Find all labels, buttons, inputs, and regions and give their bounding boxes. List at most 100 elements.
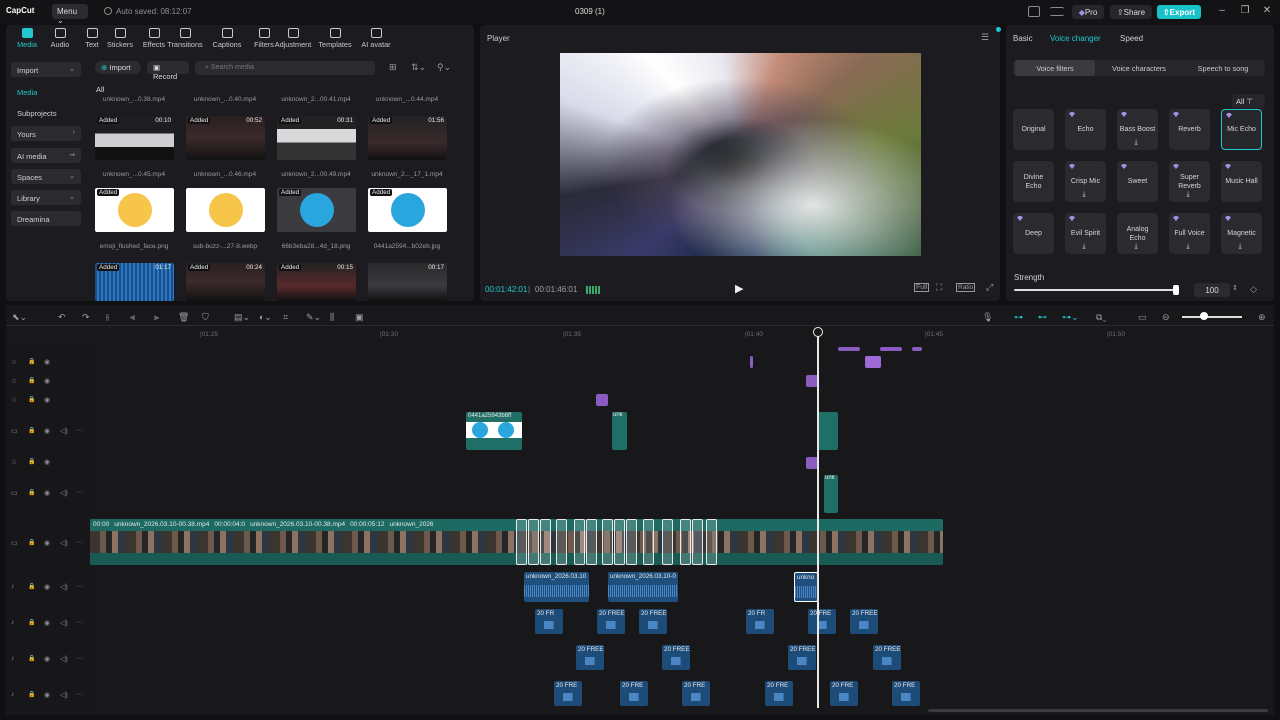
transition-marker[interactable] [662, 519, 673, 565]
transition-marker[interactable] [614, 519, 625, 565]
link-icon[interactable]: ⊶ [1014, 312, 1023, 323]
export-button[interactable]: ⇧Export [1157, 5, 1201, 19]
sfx-clip[interactable]: 20 FREE [850, 609, 878, 634]
record-button[interactable]: ▣ Record [147, 61, 189, 81]
voice-analog-echo[interactable]: Analog Echo ⤓ [1117, 213, 1158, 254]
transition-marker[interactable] [540, 519, 551, 565]
delete-icon[interactable]: 🗑 [178, 312, 189, 323]
voice-full-voice[interactable]: Full Voice ⤓ [1169, 213, 1210, 254]
split-right-icon[interactable]: ⫸ [154, 312, 159, 323]
eye-icon[interactable]: ◉ [44, 583, 50, 591]
full-button[interactable]: Full [914, 283, 930, 292]
sidebar-item-subprojects[interactable]: Subprojects [11, 105, 81, 120]
sfx-clip[interactable]: 20 FRE [620, 681, 648, 706]
more-icon[interactable]: ··· [76, 427, 83, 434]
sidebar-item-library[interactable]: Library ⌄ [11, 190, 81, 205]
tool-ai-avatar[interactable]: AI avatar [357, 28, 395, 49]
eye-icon[interactable]: ◉ [44, 396, 50, 404]
sfx-clip[interactable]: 20 FR [746, 609, 774, 634]
volume-icon[interactable]: ◁) [60, 427, 68, 435]
sfx-clip[interactable]: 20 FREE C [873, 645, 901, 670]
eye-icon[interactable]: ◉ [44, 655, 50, 663]
crop-icon[interactable]: ⛶ [936, 282, 942, 293]
voice-reverb[interactable]: Reverb [1169, 109, 1210, 150]
lock-icon[interactable]: 🔒 [28, 583, 35, 590]
overlay-clip[interactable]: 0441a25943b8ff [466, 412, 522, 450]
all-filter-button[interactable]: All ⊤ [1232, 94, 1265, 108]
sfx-clip[interactable]: 20 FREE [639, 609, 667, 634]
undo-icon[interactable]: ↶ [58, 312, 66, 323]
pro-button[interactable]: ◆Pro [1072, 5, 1104, 19]
redo-icon[interactable]: ↷ [82, 312, 90, 323]
volume-icon[interactable]: ◁) [60, 583, 68, 591]
effect-clip[interactable] [865, 356, 881, 368]
more-icon[interactable]: ··· [76, 539, 83, 546]
audio-clip[interactable]: unknown_2026.03.10-0 [608, 572, 678, 602]
menu-button[interactable]: Menu ⌄ [52, 4, 88, 25]
voice-original[interactable]: Original [1013, 109, 1054, 150]
eye-icon[interactable]: ◉ [44, 539, 50, 547]
effect-clip[interactable] [838, 347, 860, 351]
volume-icon[interactable]: ◁) [60, 691, 68, 699]
tab-voice-changer[interactable]: Voice changer [1050, 34, 1101, 43]
sidebar-item-ai-media[interactable]: AI media ⇝ [11, 148, 81, 163]
more-icon[interactable]: ··· [76, 619, 83, 626]
eye-icon[interactable]: ◉ [44, 691, 50, 699]
lock-icon[interactable]: 🔒 [28, 539, 35, 546]
sidebar-item-import[interactable]: Import ⌄ [11, 62, 81, 77]
subtab-voice-characters[interactable]: Voice characters [1099, 60, 1179, 76]
tool-stickers[interactable]: Stickers [101, 28, 139, 49]
overlay-clip[interactable] [818, 412, 838, 450]
list-icon[interactable] [1050, 7, 1064, 16]
voice-divine-echo[interactable]: Divine Echo [1013, 161, 1054, 202]
voice-echo[interactable]: Echo [1065, 109, 1106, 150]
filter-all-label[interactable]: All [96, 85, 104, 94]
sfx-clip[interactable]: 20 FRE [682, 681, 710, 706]
lock-icon[interactable]: 🔒 [28, 377, 35, 384]
media-thumbnail[interactable]: Added [95, 188, 174, 232]
more-icon[interactable]: ··· [76, 691, 83, 698]
eye-icon[interactable]: ◉ [44, 427, 50, 435]
tab-basic[interactable]: Basic [1013, 34, 1033, 43]
effect-clip[interactable] [596, 394, 608, 406]
transition-marker[interactable] [692, 519, 703, 565]
lock-icon[interactable]: 🔒 [28, 458, 35, 465]
effect-clip[interactable] [912, 347, 922, 351]
grid-view-icon[interactable]: ⊞ [389, 62, 397, 73]
caption-icon[interactable]: ▤⌄ [234, 312, 250, 323]
transition-marker[interactable] [643, 519, 654, 565]
media-thumbnail[interactable]: Added 00:10 [95, 116, 174, 160]
volume-icon[interactable]: ◁) [60, 489, 68, 497]
sfx-clip[interactable]: 20 FRE [765, 681, 793, 706]
tab-speed[interactable]: Speed [1120, 34, 1143, 43]
player-menu-icon[interactable]: ☰ [981, 32, 989, 43]
eye-icon[interactable]: ◉ [44, 377, 50, 385]
search-input[interactable]: ⌕ Search media [195, 61, 375, 75]
media-thumbnail[interactable]: Added 01:17 [95, 263, 174, 301]
magic-icon[interactable]: ✎⌄ [306, 312, 321, 323]
voice-magnetic[interactable]: Magnetic ⤓ [1221, 213, 1262, 254]
media-thumbnail[interactable]: 00:17 [368, 263, 447, 301]
overlay-clip[interactable]: unk [824, 475, 838, 513]
share-button[interactable]: ⇪Share [1110, 5, 1152, 19]
sfx-clip[interactable]: 20 FRE [554, 681, 582, 706]
transition-marker[interactable] [574, 519, 585, 565]
lock-icon[interactable]: 🔒 [28, 427, 35, 434]
tool-templates[interactable]: Templates [316, 28, 354, 49]
transition-marker[interactable] [516, 519, 527, 565]
transition-marker[interactable] [680, 519, 691, 565]
media-thumbnail[interactable] [186, 188, 265, 232]
transition-marker[interactable] [556, 519, 567, 565]
tool-captions[interactable]: Captions [208, 28, 246, 49]
strength-value-input[interactable]: 100 [1194, 283, 1230, 297]
crop-tl-icon[interactable]: ⌗ [283, 312, 288, 323]
voice-deep[interactable]: Deep [1013, 213, 1054, 254]
shield-icon[interactable]: ⛉ [202, 312, 209, 323]
chain-icon[interactable]: ⊶⌄ [1062, 312, 1079, 323]
stepper-icon[interactable]: ⇕ [1232, 284, 1238, 292]
strength-slider-handle[interactable] [1173, 285, 1180, 295]
media-thumbnail[interactable]: Added 00:52 [186, 116, 265, 160]
lock-icon[interactable]: 🔒 [28, 396, 35, 403]
close-icon[interactable]: ✕ [1260, 5, 1274, 19]
sfx-clip[interactable]: 20 FRE [892, 681, 920, 706]
